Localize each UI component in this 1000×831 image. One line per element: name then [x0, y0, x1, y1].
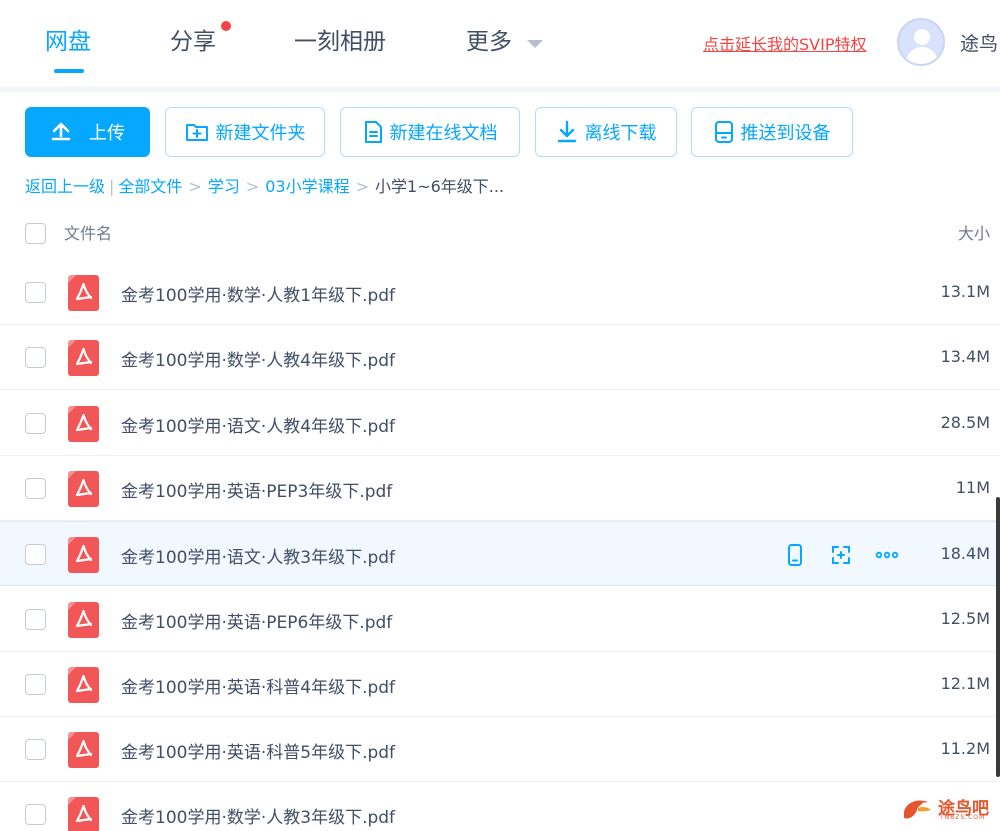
push-device-button[interactable]: 推送到设备 — [691, 107, 853, 157]
column-header-size[interactable]: 大小 — [958, 220, 990, 244]
table-row[interactable]: 金考100学用·英语·PEP6年级下.pdf 12.5M — [0, 587, 1000, 652]
share-icon[interactable] — [829, 543, 853, 567]
upload-button[interactable]: 上传 — [25, 107, 150, 157]
table-row[interactable]: 金考100学用·数学·人教4年级下.pdf 13.4M — [0, 325, 1000, 390]
file-name[interactable]: 金考100学用·语文·人教3年级下.pdf — [121, 543, 395, 568]
folder-plus-icon — [185, 124, 208, 141]
file-name[interactable]: 金考100学用·语文·人教4年级下.pdf — [121, 412, 395, 437]
file-name[interactable]: 金考100学用·英语·PEP6年级下.pdf — [121, 608, 392, 633]
back-link[interactable]: 返回上一级 — [25, 176, 105, 198]
bird-logo-icon — [904, 800, 931, 819]
row-checkbox[interactable] — [25, 804, 46, 825]
pdf-file-icon — [68, 667, 99, 703]
file-size: 18.4M — [940, 544, 990, 563]
top-nav: 网盘 分享 一刻相册 更多 点击延长我的SVIP特权 途鸟 — [0, 0, 1000, 86]
row-checkbox[interactable] — [25, 478, 46, 499]
upload-icon — [51, 122, 71, 141]
breadcrumb-separator: > — [188, 177, 202, 196]
offline-download-label: 离线下载 — [584, 123, 657, 144]
new-doc-label: 新建在线文档 — [389, 123, 498, 144]
file-name[interactable]: 金考100学用·数学·人教3年级下.pdf — [121, 803, 395, 828]
avatar[interactable] — [897, 18, 945, 66]
active-tab-indicator — [54, 69, 84, 73]
table-row[interactable]: 金考100学用·英语·科普5年级下.pdf 11.2M — [0, 717, 1000, 782]
offline-download-button[interactable]: 离线下载 — [535, 107, 677, 157]
breadcrumb-current: 小学1~6年级下... — [375, 177, 505, 196]
file-size: 13.1M — [940, 282, 990, 301]
file-size: 12.5M — [940, 609, 990, 628]
chevron-down-icon[interactable] — [527, 40, 543, 48]
row-checkbox[interactable] — [25, 282, 46, 303]
table-row[interactable]: 金考100学用·数学·人教1年级下.pdf 13.1M — [0, 260, 1000, 325]
row-actions — [783, 543, 899, 567]
row-checkbox[interactable] — [25, 413, 46, 434]
select-all-checkbox[interactable] — [25, 223, 46, 244]
table-row[interactable]: 金考100学用·英语·科普4年级下.pdf 12.1M — [0, 652, 1000, 717]
file-name[interactable]: 金考100学用·英语·科普5年级下.pdf — [121, 738, 395, 763]
breadcrumb-primary-course[interactable]: 03小学课程 — [265, 176, 349, 198]
share-notification-dot — [221, 21, 231, 31]
watermark: 途鸟吧 TNBZS.COM — [900, 794, 989, 824]
file-name[interactable]: 金考100学用·英语·科普4年级下.pdf — [121, 673, 395, 698]
table-row[interactable]: 金考100学用·数学·人教3年级下.pdf — [0, 782, 1000, 831]
file-name[interactable]: 金考100学用·数学·人教4年级下.pdf — [121, 346, 395, 371]
watermark-subtext: TNBZS.COM — [940, 814, 986, 821]
file-name[interactable]: 金考100学用·英语·PEP3年级下.pdf — [121, 477, 392, 502]
more-options-icon[interactable] — [875, 543, 899, 567]
pdf-file-icon — [68, 471, 99, 507]
breadcrumb-separator: > — [355, 177, 370, 196]
upload-label: 上传 — [89, 123, 125, 144]
pdf-file-icon — [68, 732, 99, 768]
file-size: 12.1M — [940, 674, 990, 693]
tab-more[interactable]: 更多 — [466, 26, 512, 58]
new-folder-button[interactable]: 新建文件夹 — [165, 107, 325, 157]
file-size: 13.4M — [940, 347, 990, 366]
tab-netdisk[interactable]: 网盘 — [45, 26, 91, 58]
breadcrumb-all-files[interactable]: 全部文件 — [118, 176, 182, 198]
document-icon — [364, 121, 382, 143]
download-icon — [557, 120, 576, 143]
pdf-file-icon — [68, 537, 99, 573]
nav-divider — [0, 86, 1000, 92]
row-checkbox[interactable] — [25, 739, 46, 760]
breadcrumb: 返回上一级 | 全部文件 > 学习 > 03小学课程 > 小学1~6年级下... — [25, 176, 504, 198]
device-icon — [714, 121, 733, 143]
table-row[interactable]: 金考100学用·英语·PEP3年级下.pdf 11M — [0, 456, 1000, 521]
pdf-file-icon — [68, 602, 99, 638]
file-size: 28.5M — [940, 413, 990, 432]
push-device-label: 推送到设备 — [740, 123, 831, 144]
file-size: 11M — [955, 478, 990, 497]
row-checkbox[interactable] — [25, 544, 46, 565]
row-checkbox[interactable] — [25, 347, 46, 368]
avatar-body-shape — [906, 47, 938, 64]
breadcrumb-separator: > — [245, 177, 260, 196]
breadcrumb-study[interactable]: 学习 — [208, 176, 240, 198]
pdf-file-icon — [68, 340, 99, 376]
column-header-name[interactable]: 文件名 — [64, 220, 112, 244]
table-row[interactable]: 金考100学用·语文·人教4年级下.pdf 28.5M — [0, 391, 1000, 456]
row-checkbox[interactable] — [25, 674, 46, 695]
row-checkbox[interactable] — [25, 609, 46, 630]
pdf-file-icon — [68, 275, 99, 311]
svip-renew-link[interactable]: 点击延长我的SVIP特权 — [703, 31, 866, 55]
avatar-head-shape — [914, 29, 930, 45]
tab-album[interactable]: 一刻相册 — [294, 26, 386, 58]
pdf-file-icon — [68, 797, 99, 831]
new-doc-button[interactable]: 新建在线文档 — [340, 107, 520, 157]
push-device-icon[interactable] — [783, 543, 807, 567]
username[interactable]: 途鸟 — [960, 29, 998, 56]
file-size: 11.2M — [940, 739, 990, 758]
breadcrumb-pipe: | — [109, 177, 115, 196]
new-folder-label: 新建文件夹 — [215, 123, 306, 144]
table-row[interactable]: 金考100学用·语文·人教3年级下.pdf 18.4M — [0, 521, 1000, 586]
tab-share[interactable]: 分享 — [170, 26, 216, 58]
pdf-file-icon — [68, 406, 99, 442]
scrollbar[interactable] — [996, 497, 1000, 777]
file-name[interactable]: 金考100学用·数学·人教1年级下.pdf — [121, 281, 395, 306]
